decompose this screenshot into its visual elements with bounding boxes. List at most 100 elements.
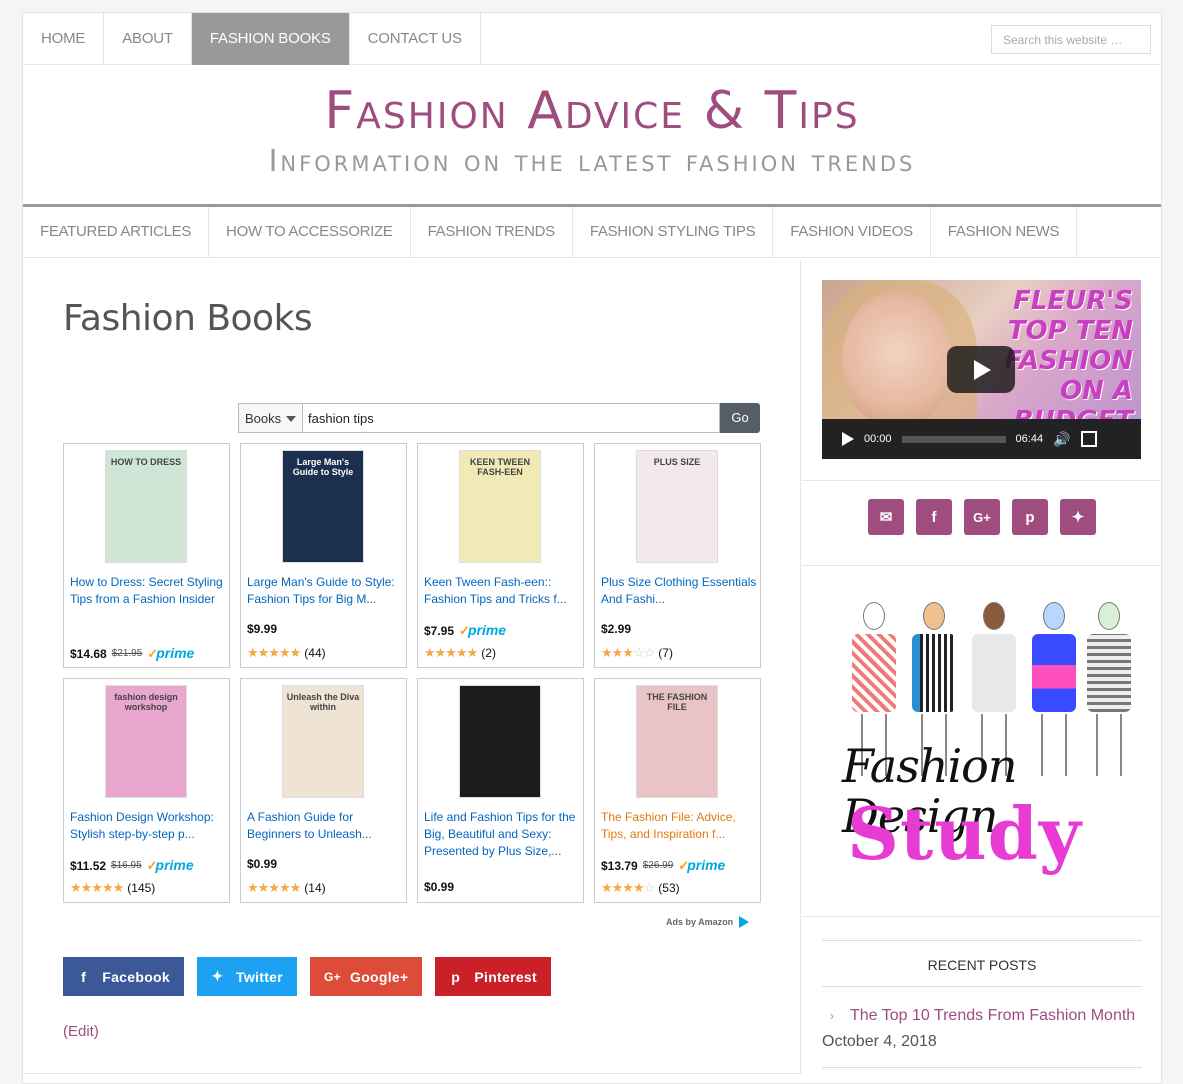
prime-badge-icon: ✓prime (146, 857, 194, 873)
play-button-icon[interactable] (842, 432, 854, 446)
ads-by-amazon[interactable]: Ads by Amazon (666, 916, 750, 928)
twitter-icon: ✦ (211, 968, 224, 984)
product-price: $0.99 (247, 857, 278, 871)
product-title-link[interactable]: The Fashion File: Advice, Tips, and Insp… (601, 809, 757, 843)
video-progress-bar[interactable] (901, 435, 1006, 443)
review-count: (7) (658, 646, 673, 660)
product-title-link[interactable]: How to Dress: Secret Styling Tips from a… (70, 574, 226, 608)
pinterest-icon[interactable]: p (1012, 499, 1048, 535)
email-icon[interactable]: ✉ (868, 499, 904, 535)
share-pinterest-button[interactable]: p Pinterest (435, 957, 551, 996)
product-price: $2.99 (601, 622, 632, 636)
amazon-category-select[interactable]: Books (238, 403, 302, 433)
review-count: (2) (481, 646, 496, 660)
fullscreen-icon[interactable] (1080, 431, 1097, 447)
facebook-icon: f (81, 968, 87, 985)
amazon-product-card[interactable]: fashion design workshop Fashion Design Wo… (63, 678, 230, 903)
prime-badge-icon: ✓prime (147, 645, 195, 661)
star-rating-icon: ★★★☆☆ (601, 645, 655, 660)
mainnav-fashion-videos[interactable]: Fashion Videos (773, 207, 931, 257)
study-text: Study (847, 791, 1082, 876)
site-container: Home About Fashion Books Contact Us Sear… (22, 12, 1162, 1084)
product-rating[interactable]: ★★★★★ (14) (247, 880, 326, 896)
amazon-search-bar: Books fashion tips Go (238, 403, 760, 433)
mainnav-how-to-accessorize[interactable]: How to Accessorize (209, 207, 411, 257)
book-cover[interactable]: Unleash the Diva within (282, 685, 364, 798)
product-title-link[interactable]: Life and Fashion Tips for the Big, Beaut… (424, 809, 580, 860)
review-count: (14) (304, 881, 326, 895)
share-buttons: f Facebook ✦ Twitter G+ Google+ p Pinterest (63, 957, 551, 996)
list-price: $16.95 (111, 860, 142, 871)
main-navigation: Featured Articles How to Accessorize Fas… (23, 207, 1161, 258)
share-facebook-button[interactable]: f Facebook (63, 957, 184, 996)
product-title-link[interactable]: Keen Tween Fash-een:: Fashion Tips and T… (424, 574, 580, 608)
amazon-product-card[interactable]: PLUS SIZE Plus Size Clothing Essentials A… (594, 443, 761, 668)
prime-badge-icon: ✓prime (459, 622, 507, 638)
mainnav-fashion-news[interactable]: Fashion News (931, 207, 1078, 257)
search-input[interactable]: Search this website … (991, 25, 1151, 54)
mainnav-fashion-styling-tips[interactable]: Fashion Styling Tips (573, 207, 774, 257)
amazon-product-card[interactable]: KEEN TWEEN FASH-EENKeen Tween Fash-een::… (417, 443, 584, 668)
amazon-product-card[interactable]: Life and Fashion Tips for the Big, Beaut… (417, 678, 584, 903)
top-navigation: Home About Fashion Books Contact Us Sear… (23, 13, 1161, 65)
site-title[interactable]: Fashion Advice & Tips (23, 65, 1161, 139)
book-cover[interactable]: PLUS SIZE (636, 450, 718, 563)
twitter-icon[interactable]: ✦ (1060, 499, 1096, 535)
recent-post-link[interactable]: The Top 10 Trends From Fashion Month (850, 1007, 1135, 1024)
ad-choices-icon (739, 916, 750, 928)
amazon-product-card[interactable]: HOW TO DRESS How to Dress: Secret Styling… (63, 443, 230, 668)
video-controls: 00:00 06:44 🔊 (822, 419, 1141, 459)
recent-post-date: October 4, 2018 (822, 1033, 937, 1050)
amazon-search-input[interactable]: fashion tips (302, 403, 720, 433)
topnav-about[interactable]: About (104, 13, 192, 65)
book-cover[interactable] (459, 685, 541, 798)
product-rating[interactable]: ★★★★☆ (53) (601, 880, 680, 896)
product-title-link[interactable]: Plus Size Clothing Essentials And Fashi.… (601, 574, 757, 608)
recent-post-item: › The Top 10 Trends From Fashion Month Oc… (822, 1003, 1142, 1055)
google-plus-icon[interactable]: G+ (964, 499, 1000, 535)
edit-link[interactable]: (Edit) (63, 1023, 99, 1040)
book-cover[interactable]: fashion design workshop (105, 685, 187, 798)
product-price: $14.68 $21.95 ✓prime (70, 645, 195, 661)
product-rating[interactable]: ★★★★★ (44) (247, 645, 326, 661)
main-content: Fashion Books Books fashion tips Go HOW … (23, 260, 801, 1074)
product-title-link[interactable]: A Fashion Guide for Beginners to Unleash… (247, 809, 403, 843)
product-title-link[interactable]: Fashion Design Workshop: Stylish step-by… (70, 809, 226, 843)
topnav-home[interactable]: Home (23, 13, 105, 65)
product-price: $0.99 (424, 880, 455, 894)
recent-posts-heading: Recent Posts (822, 940, 1142, 987)
topnav-contact-us[interactable]: Contact Us (350, 13, 481, 65)
video-current-time: 00:00 (864, 433, 892, 445)
amazon-go-button[interactable]: Go (720, 403, 760, 433)
product-rating[interactable]: ★★★★★ (2) (424, 645, 496, 661)
fashion-design-study-banner[interactable]: Fashion Design Study (802, 566, 1162, 917)
product-rating[interactable]: ★★★★★ (145) (70, 880, 155, 896)
share-googleplus-button[interactable]: G+ Google+ (310, 957, 422, 996)
star-rating-icon: ★★★★☆ (601, 880, 655, 895)
book-cover[interactable]: HOW TO DRESS (105, 450, 187, 563)
mainnav-featured-articles[interactable]: Featured Articles (23, 207, 210, 257)
mainnav-fashion-trends[interactable]: Fashion Trends (411, 207, 573, 257)
recent-posts: Recent Posts › The Top 10 Trends From Fas… (822, 940, 1142, 1068)
topnav-fashion-books[interactable]: Fashion Books (191, 13, 350, 65)
product-price: $11.52 $16.95 ✓prime (70, 857, 194, 873)
chevron-down-icon (286, 416, 296, 422)
pinterest-icon: p (451, 968, 461, 985)
product-rating[interactable]: ★★★☆☆ (7) (601, 645, 673, 661)
play-icon[interactable] (947, 346, 1015, 393)
book-cover[interactable]: Large Man's Guide to Style (282, 450, 364, 563)
video-player[interactable]: FLEUR'S TOP TEN FASHION ON A BUDGET 00:0… (822, 280, 1141, 459)
star-rating-icon: ★★★★★ (247, 645, 301, 660)
video-duration: 06:44 (1015, 433, 1044, 445)
product-title-link[interactable]: Large Man's Guide to Style: Fashion Tips… (247, 574, 403, 608)
facebook-icon[interactable]: f (916, 499, 952, 535)
book-cover[interactable]: THE FASHION FILE (636, 685, 718, 798)
divider (822, 1067, 1142, 1068)
prime-badge-icon: ✓prime (678, 857, 726, 873)
book-cover[interactable]: KEEN TWEEN FASH-EEN (459, 450, 541, 563)
amazon-product-card[interactable]: Unleash the Diva within A Fashion Guide f… (240, 678, 407, 903)
amazon-product-card[interactable]: Large Man's Guide to Style Large Man's Gu… (240, 443, 407, 668)
volume-icon[interactable]: 🔊 (1053, 431, 1070, 448)
amazon-product-card[interactable]: THE FASHION FILE The Fashion File: Advice… (594, 678, 761, 903)
share-twitter-button[interactable]: ✦ Twitter (197, 957, 297, 996)
